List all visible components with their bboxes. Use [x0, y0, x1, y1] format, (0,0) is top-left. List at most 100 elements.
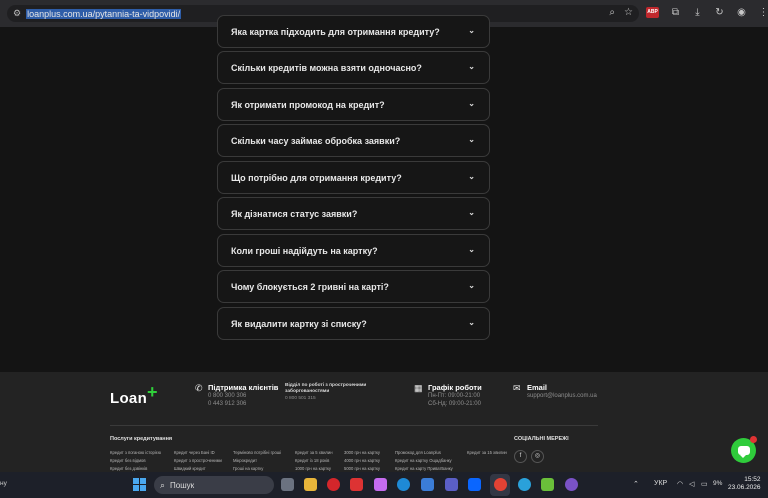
- chevron-down-icon: ⌄: [468, 26, 475, 35]
- collections-phone[interactable]: 0 800 501 315: [285, 396, 316, 401]
- services-column: Кредит з поганою історією Кредит без від…: [110, 449, 161, 473]
- app-l-icon[interactable]: [350, 478, 363, 491]
- service-link[interactable]: Кредит з простроченими: [174, 457, 222, 465]
- phone-icon: ✆: [195, 383, 203, 393]
- chevron-down-icon: ⌄: [468, 208, 475, 217]
- services-column: Промокод для Loanplus Кредит на картку О…: [395, 449, 453, 473]
- url-text[interactable]: loanplus.com.ua/pytannia-ta-vidpovidi/: [26, 8, 182, 19]
- site-footer: Loan+ ✆ Підтримка клієнтів 0 800 300 306…: [0, 372, 768, 472]
- service-link[interactable]: Кредит без відмов: [110, 457, 161, 465]
- faq-item[interactable]: Як дізнатися статус заявки? ⌄: [217, 197, 490, 230]
- footer-divider: [110, 425, 598, 426]
- search-placeholder: Пошук: [170, 480, 195, 490]
- chevron-down-icon: ⌄: [468, 135, 475, 144]
- service-link[interactable]: Кредит через Бані ID: [174, 449, 222, 457]
- collections-title: Відділ по роботі з простроченими заборго…: [285, 383, 367, 394]
- service-link[interactable]: Кредит за 5 хвилин: [295, 449, 333, 457]
- store-icon[interactable]: [421, 478, 434, 491]
- service-link[interactable]: Кредит за 15 хвилин: [467, 449, 507, 457]
- service-link[interactable]: Кредит із 18 років: [295, 457, 333, 465]
- faq-item[interactable]: Як отримати промокод на кредит? ⌄: [217, 88, 490, 121]
- windows-start-icon[interactable]: [133, 478, 146, 491]
- faq-item[interactable]: Скільки часу займає обробка заявки? ⌄: [217, 124, 490, 157]
- search-icon: ⌕: [160, 479, 166, 490]
- services-column: 3000 грн на картку 4000 грн на картку 50…: [344, 449, 380, 473]
- support-phone-1[interactable]: 0 800 300 306: [208, 393, 246, 399]
- edge-icon[interactable]: [397, 478, 410, 491]
- support-phone-2[interactable]: 0 443 912 306: [208, 401, 246, 407]
- service-link[interactable]: Терміново потрібні гроші: [233, 449, 281, 457]
- tray-chevron-icon[interactable]: ⌃: [633, 480, 639, 488]
- faq-question: Яка картка підходить для отримання креди…: [231, 26, 440, 37]
- faq-item[interactable]: Як видалити картку зі списку? ⌄: [217, 307, 490, 340]
- telegram-icon[interactable]: [518, 478, 531, 491]
- volume-icon[interactable]: ◁: [689, 480, 694, 488]
- dropbox-icon[interactable]: [468, 478, 481, 491]
- app-green-icon[interactable]: [541, 478, 554, 491]
- battery-icon[interactable]: ▭: [701, 480, 708, 488]
- copilot-icon[interactable]: [374, 478, 387, 491]
- calendar-icon: ▦: [414, 383, 423, 393]
- chevron-down-icon: ⌄: [468, 62, 475, 71]
- schedule-title: Графік роботи: [428, 383, 482, 392]
- instagram-icon[interactable]: ◎: [531, 450, 544, 463]
- faq-item[interactable]: Чому блокується 2 гривні на карті? ⌄: [217, 270, 490, 303]
- clock[interactable]: 15:52 23.06.2026: [728, 476, 761, 492]
- faq-question: Як отримати промокод на кредит?: [231, 99, 385, 110]
- email-title: Email: [527, 383, 548, 392]
- task-view-icon[interactable]: [281, 478, 294, 491]
- chrome-icon[interactable]: [494, 478, 507, 491]
- faq-question: Скільки часу займає обробка заявки?: [231, 135, 401, 146]
- chevron-down-icon: ⌄: [468, 99, 475, 108]
- downloads-icon[interactable]: ⤓: [692, 7, 703, 18]
- wifi-icon[interactable]: ◠: [677, 480, 683, 488]
- facebook-icon[interactable]: f: [514, 450, 527, 463]
- faq-question: Як дізнатися статус заявки?: [231, 208, 358, 219]
- services-column: Кредит за 15 хвилин: [467, 449, 507, 457]
- zoom-icon[interactable]: ⌕: [609, 7, 615, 18]
- windows-taskbar: ну ⌕ Пошук ⌃ УКР ◠ ◁ ▭ 9% 15:52 23.06.20…: [0, 472, 768, 498]
- site-info-icon[interactable]: ⚙: [13, 8, 21, 19]
- service-link[interactable]: Кредит на картку Ощадбанку: [395, 457, 453, 465]
- service-link[interactable]: Промокод для Loanplus: [395, 449, 453, 457]
- service-link[interactable]: 4000 грн на картку: [344, 457, 380, 465]
- faq-item[interactable]: Що потрібно для отримання кредиту? ⌄: [217, 161, 490, 194]
- battery-level: 9%: [713, 480, 723, 487]
- service-link[interactable]: 3000 грн на картку: [344, 449, 380, 457]
- bookmark-star-icon[interactable]: ☆: [624, 7, 633, 18]
- faq-question: Як видалити картку зі списку?: [231, 318, 367, 329]
- clock-time: 15:52: [744, 476, 761, 483]
- viber-icon[interactable]: [565, 478, 578, 491]
- opera-icon[interactable]: [327, 478, 340, 491]
- menu-icon[interactable]: ⋮: [758, 7, 768, 18]
- loanplus-logo[interactable]: Loan+: [110, 382, 158, 408]
- adblock-extension-icon[interactable]: ABP: [646, 7, 659, 18]
- faq-question: Що потрібно для отримання кредиту?: [231, 172, 402, 183]
- services-column: Кредит за 5 хвилин Кредит із 18 років 10…: [295, 449, 333, 473]
- mail-icon: ✉: [513, 383, 521, 393]
- logo-plus: +: [147, 382, 158, 402]
- faq-item[interactable]: Скільки кредитів можна взяти одночасно? ⌄: [217, 51, 490, 84]
- chevron-down-icon: ⌄: [468, 281, 475, 290]
- faq-question: Коли гроші надійдуть на картку?: [231, 245, 378, 256]
- email-address[interactable]: support@loanplus.com.ua: [527, 393, 597, 399]
- service-link[interactable]: Кредит з поганою історією: [110, 449, 161, 457]
- schedule-weekend: Сб-Нд: 09:00-21:00: [428, 401, 481, 407]
- services-column: Терміново потрібні гроші Мікрокредит Гро…: [233, 449, 281, 473]
- history-icon[interactable]: ↻: [714, 7, 725, 18]
- support-title: Підтримка клієнтів: [208, 383, 279, 392]
- extensions-icon[interactable]: ⧉: [670, 7, 681, 18]
- faq-item[interactable]: Яка картка підходить для отримання креди…: [217, 15, 490, 48]
- language-indicator[interactable]: УКР: [654, 480, 667, 487]
- teams-icon[interactable]: [445, 478, 458, 491]
- profile-icon[interactable]: ◉: [736, 7, 747, 18]
- file-explorer-icon[interactable]: [304, 478, 317, 491]
- service-link[interactable]: Мікрокредит: [233, 457, 281, 465]
- chevron-down-icon: ⌄: [468, 245, 475, 254]
- schedule-weekdays: Пн-Пт: 09:00-21:00: [428, 393, 481, 399]
- faq-item[interactable]: Коли гроші надійдуть на картку? ⌄: [217, 234, 490, 267]
- taskbar-search[interactable]: ⌕ Пошук: [154, 476, 274, 494]
- faq-question: Чому блокується 2 гривні на карті?: [231, 281, 389, 292]
- social-title: СОЦІАЛЬНІ МЕРЕЖІ: [514, 436, 569, 442]
- clock-date: 23.06.2026: [728, 484, 761, 491]
